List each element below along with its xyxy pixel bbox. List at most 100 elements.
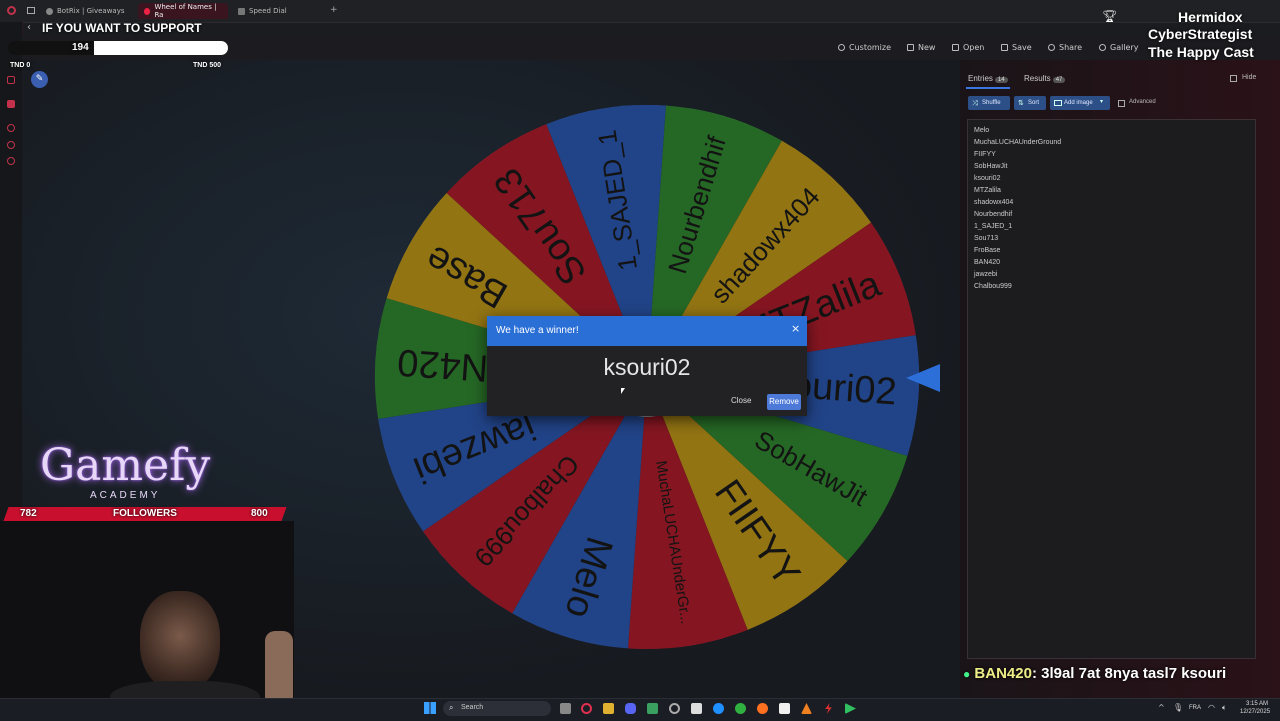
folder-icon	[952, 44, 959, 51]
list-item: MTZalila	[974, 187, 1001, 194]
chevron-down-icon: ▾	[1100, 98, 1104, 105]
wifi-icon[interactable]: ◠	[1208, 703, 1215, 712]
volume-icon[interactable]: 🔈︎	[1222, 703, 1227, 713]
trophy-icon: 🏆︎	[1102, 9, 1118, 23]
search-icon	[1099, 44, 1106, 51]
notepad-icon[interactable]	[647, 703, 658, 714]
speed-dial-favicon-icon	[238, 7, 245, 15]
list-item: Melo	[974, 127, 990, 134]
chat-text: : 3l9al 7at 8nya tasl7 ksouri	[1031, 665, 1227, 682]
tnd-max: TND 500	[193, 62, 222, 69]
title-line2: CyberStrategist	[1148, 26, 1253, 42]
back-arrow-icon[interactable]: ‹	[27, 22, 31, 33]
results-count-badge: 47	[1052, 77, 1066, 83]
new-button[interactable]: New	[907, 43, 935, 52]
share-label: Share	[1059, 43, 1083, 52]
winner-dialog: We have a winner! × ksouri02 Close Remov…	[487, 316, 807, 416]
new-file-icon	[907, 44, 914, 51]
chat-message: ● BAN420: 3l9al 7at 8nya tasl7 ksouri	[963, 665, 1280, 687]
support-progress-fill	[94, 41, 228, 55]
capcut-icon[interactable]	[779, 703, 790, 714]
dialog-title: We have a winner!	[496, 325, 579, 336]
title-line3: The Happy Cast	[1148, 44, 1254, 60]
microphone-icon[interactable]: 🎙︎	[1173, 703, 1183, 712]
list-item: FroBase	[974, 247, 1001, 254]
entries-textarea[interactable]: Melo MuchaLUCHAUnderGround FIIFYY SobHaw…	[967, 119, 1256, 659]
customize-label: Customize	[849, 43, 891, 52]
sidebar-history-icon[interactable]	[7, 124, 15, 132]
open-label: Open	[963, 43, 985, 52]
share-icon	[1048, 44, 1055, 51]
palette-icon	[838, 44, 845, 51]
followers-current: 782	[20, 508, 37, 519]
clock-date[interactable]: 12/27/2025	[1240, 709, 1270, 715]
results-tab-label: Results	[1024, 74, 1051, 83]
mouse-cursor-icon	[621, 388, 625, 394]
language-indicator[interactable]: FRA	[1189, 705, 1201, 711]
windows-start-icon[interactable]	[424, 702, 436, 714]
file-explorer-icon[interactable]	[603, 703, 614, 714]
tab-results[interactable]: Results 47	[1024, 74, 1066, 83]
taskbar-search-label: Search	[461, 704, 484, 711]
followers-label: FOLLOWERS	[113, 508, 177, 519]
firefox-icon[interactable]	[757, 703, 768, 714]
clock-time[interactable]: 3:15 AM	[1246, 701, 1268, 707]
app-icon[interactable]	[691, 703, 702, 714]
new-tab-button[interactable]: +	[330, 5, 338, 15]
list-item: Chalbou999	[974, 283, 1012, 290]
settings-gear-icon[interactable]	[669, 703, 680, 714]
sidebar-settings-icon[interactable]	[7, 157, 15, 165]
save-button[interactable]: Save	[1001, 43, 1032, 52]
tab-speed-dial[interactable]: Speed Dial	[232, 3, 312, 19]
discord-icon[interactable]	[625, 703, 636, 714]
followers-goal: 800	[251, 508, 268, 519]
browser-logo-icon[interactable]	[7, 6, 16, 15]
edge-icon[interactable]	[713, 703, 724, 714]
share-button[interactable]: Share	[1048, 43, 1082, 52]
hide-checkbox[interactable]	[1230, 75, 1237, 82]
webcam-feed	[0, 521, 294, 721]
list-item: MuchaLUCHAUnderGround	[974, 139, 1062, 146]
advanced-label: Advanced	[1129, 99, 1156, 105]
edit-pencil-icon[interactable]: ✎	[31, 71, 48, 88]
dialog-close-icon[interactable]: ×	[791, 322, 800, 335]
sidebar-pin-icon[interactable]	[7, 76, 15, 84]
xbox-icon[interactable]	[735, 703, 746, 714]
gallery-button[interactable]: Gallery	[1099, 43, 1139, 52]
gamefy-logo: Gamefy	[40, 440, 211, 491]
remove-button[interactable]: Remove	[767, 394, 801, 410]
list-item: Sou713	[974, 235, 999, 242]
list-item: shadowx404	[974, 199, 1014, 206]
task-view-icon[interactable]	[560, 703, 571, 714]
save-label: Save	[1012, 43, 1032, 52]
tab-label: Wheel of Names | Ra	[154, 3, 217, 19]
streamer-head	[140, 591, 220, 691]
customize-button[interactable]: Customize	[838, 43, 891, 52]
sidebar-apps-icon[interactable]	[7, 100, 15, 108]
opera-gx-icon[interactable]	[581, 703, 592, 714]
advanced-checkbox[interactable]	[1118, 100, 1125, 107]
gallery-label: Gallery	[1110, 43, 1139, 52]
list-item: jawzebi	[974, 271, 998, 278]
taskbar-search[interactable]: ⌕ Search	[443, 701, 551, 716]
streamer-name: Hermidox	[1178, 9, 1243, 25]
list-item: FIIFYY	[974, 151, 996, 158]
open-button[interactable]: Open	[952, 43, 984, 52]
list-item: Nourbendhif	[974, 211, 1013, 218]
tray-chevron-icon[interactable]: ^	[1158, 703, 1165, 712]
windows-taskbar	[0, 698, 1280, 721]
tab-label: Speed Dial	[249, 7, 287, 15]
tabs-menu-icon[interactable]	[27, 7, 35, 14]
tab-label: BotRix | Giveaways	[57, 7, 125, 15]
entries-tab-label: Entries	[968, 74, 993, 83]
tab-entries[interactable]: Entries 14	[968, 74, 1008, 83]
sidebar-downloads-icon[interactable]	[7, 141, 15, 149]
tab-botrix[interactable]: BotRix | Giveaways	[40, 3, 135, 19]
close-button[interactable]: Close	[731, 396, 751, 405]
entries-count-badge: 14	[994, 77, 1008, 83]
new-label: New	[918, 43, 936, 52]
hide-label: Hide	[1242, 74, 1257, 81]
list-item: ksouri02	[974, 175, 1001, 182]
tab-wheel-of-names[interactable]: Wheel of Names | Ra	[138, 3, 228, 19]
wheel-favicon-icon	[144, 7, 151, 15]
